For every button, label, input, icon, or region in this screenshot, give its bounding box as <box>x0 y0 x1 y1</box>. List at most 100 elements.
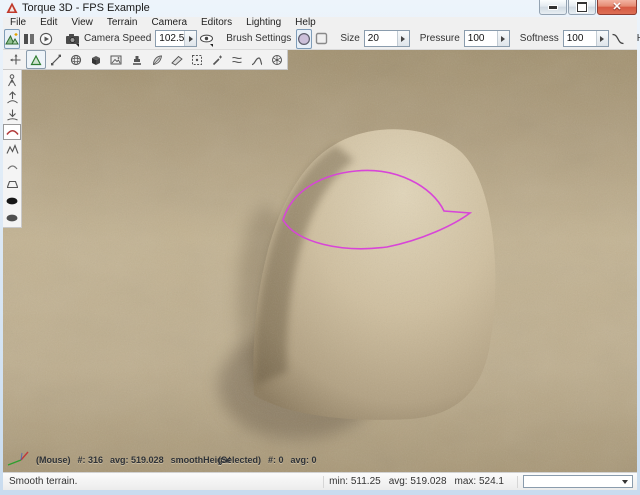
maximize-icon <box>577 2 587 12</box>
menu-terrain[interactable]: Terrain <box>100 17 145 28</box>
menu-view[interactable]: View <box>64 17 100 28</box>
menu-edit[interactable]: Edit <box>33 17 64 28</box>
material-editor-button[interactable] <box>66 50 86 69</box>
axis-gizmo-icon <box>5 448 33 468</box>
selected-info-overlay: (Selected)#: 0avg: 0 <box>218 455 324 465</box>
selected-count: #: 0 <box>268 455 284 465</box>
smooth-slope-button[interactable] <box>3 141 21 157</box>
flatten-button[interactable] <box>3 175 21 191</box>
set-height-button[interactable] <box>3 193 21 209</box>
minimize-button[interactable] <box>539 0 567 15</box>
spinner-arrow-icon <box>600 36 604 42</box>
move-axes-icon <box>10 54 22 66</box>
editor-toolbar <box>3 50 288 70</box>
falloff-curve-button[interactable] <box>610 29 626 49</box>
menu-lighting[interactable]: Lighting <box>239 17 288 28</box>
object-editor-button[interactable] <box>6 50 26 69</box>
arc-icon <box>6 161 19 171</box>
pressure-label: Pressure <box>420 33 460 44</box>
camera-speed-value[interactable]: 102.5 <box>156 31 184 46</box>
menu-camera[interactable]: Camera <box>144 17 194 28</box>
status-dropdown[interactable] <box>523 475 633 488</box>
menu-file[interactable]: File <box>3 17 33 28</box>
softness-spinner[interactable] <box>596 31 608 46</box>
play-button[interactable] <box>38 29 54 49</box>
stamp-icon <box>131 54 143 66</box>
terrain-viewport[interactable] <box>3 50 637 472</box>
circle-brush-icon <box>297 32 311 46</box>
clear-terrain-button[interactable] <box>3 210 21 226</box>
terrain-tool-palette <box>3 70 22 228</box>
statusbar-separator <box>517 476 518 488</box>
size-label: Size <box>340 33 359 44</box>
minimize-icon <box>548 5 558 10</box>
image-icon <box>110 54 122 66</box>
world-editor-button[interactable] <box>4 29 20 49</box>
datablock-editor-button[interactable] <box>86 50 106 69</box>
window-title: Torque 3D - FPS Example <box>22 2 150 14</box>
mouse-info-overlay: (Mouse)#: 316avg: 519.028smoothHeight <box>36 455 238 465</box>
selected-label: (Selected) <box>218 455 261 465</box>
titlebar[interactable]: Torque 3D - FPS Example ✕ <box>0 0 640 17</box>
mountain-icon <box>30 54 42 66</box>
brush-circle-button[interactable] <box>296 29 312 49</box>
gray-ellipse-icon <box>5 213 19 223</box>
play-icon <box>39 32 53 46</box>
marquee-icon <box>191 54 203 66</box>
falloff-curve-icon <box>611 33 625 45</box>
size-input[interactable]: 20 <box>364 30 410 47</box>
softness-value[interactable]: 100 <box>564 31 596 46</box>
shape-editor-button[interactable] <box>267 50 287 69</box>
eye-icon <box>199 33 214 44</box>
particle-editor-button[interactable] <box>207 50 227 69</box>
peaks-icon <box>6 143 19 155</box>
paint-noise-button[interactable] <box>3 158 21 174</box>
close-button[interactable]: ✕ <box>597 0 637 15</box>
mission-area-editor-button[interactable] <box>187 50 207 69</box>
smooth-button[interactable] <box>3 124 21 140</box>
terrain-editor-button[interactable] <box>26 50 46 69</box>
torque-logo-icon <box>6 2 18 14</box>
terrain-painter-button[interactable] <box>46 50 66 69</box>
waves-icon <box>231 54 243 66</box>
camera-speed-spinner[interactable] <box>184 31 196 46</box>
decal-editor-button[interactable] <box>106 50 126 69</box>
brush-settings-label: Brush Settings <box>226 33 291 44</box>
status-message: Smooth terrain. <box>9 476 77 487</box>
panels-toggle-button[interactable] <box>22 29 36 49</box>
pressure-input[interactable]: 100 <box>464 30 510 47</box>
visibility-button[interactable] <box>198 29 215 49</box>
square-brush-icon <box>315 32 328 45</box>
brush-square-button[interactable] <box>314 29 329 49</box>
forest-editor-button[interactable] <box>147 50 167 69</box>
pressure-value[interactable]: 100 <box>465 31 497 46</box>
stat-min: min: 511.25 <box>329 476 381 487</box>
window-border <box>0 490 640 495</box>
dropdown-corner-icon <box>76 44 79 47</box>
menu-editors[interactable]: Editors <box>194 17 239 28</box>
lower-height-button[interactable] <box>3 106 21 122</box>
stamp-tool-button[interactable] <box>126 50 146 69</box>
road-path-editor-button[interactable] <box>247 50 267 69</box>
feather-icon <box>151 54 163 66</box>
raise-height-button[interactable] <box>3 89 21 105</box>
mesh-road-editor-button[interactable] <box>167 50 187 69</box>
size-value[interactable]: 20 <box>365 31 397 46</box>
size-spinner[interactable] <box>397 31 409 46</box>
spinner-arrow-icon <box>401 36 405 42</box>
wand-icon <box>211 54 223 66</box>
spinner-arrow-icon <box>501 36 505 42</box>
camera-menu-button[interactable] <box>64 29 81 49</box>
pressure-spinner[interactable] <box>497 31 509 46</box>
softness-label: Softness <box>520 33 559 44</box>
camera-speed-input[interactable]: 102.5 <box>155 30 197 47</box>
mouse-label: (Mouse) <box>36 455 71 465</box>
river-editor-button[interactable] <box>227 50 247 69</box>
stat-max: max: 524.1 <box>455 476 504 487</box>
camera-speed-label: Camera Speed <box>84 33 151 44</box>
maximize-button[interactable] <box>568 0 596 15</box>
softness-input[interactable]: 100 <box>563 30 609 47</box>
menu-help[interactable]: Help <box>288 17 323 28</box>
grab-terrain-button[interactable] <box>3 72 21 88</box>
status-bar: Smooth terrain. min: 511.25avg: 519.028m… <box>3 472 637 490</box>
